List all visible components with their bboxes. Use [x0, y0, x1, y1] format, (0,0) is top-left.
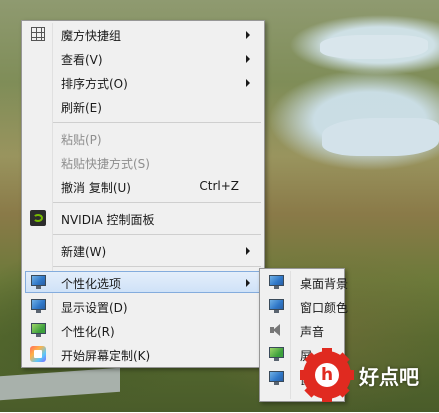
nvidia-icon	[30, 210, 46, 226]
submenu-arrow-icon	[246, 247, 250, 255]
wallpaper-lake	[322, 118, 439, 156]
menu-item-label: 排序方式(O)	[61, 77, 128, 91]
menu-item-label: 粘贴(P)	[61, 133, 102, 147]
desktop-context-menu: 魔方快捷组 查看(V) 排序方式(O) 刷新(E) 粘贴(P) 粘贴快捷方式(S…	[21, 20, 265, 368]
menu-item-personalize-options[interactable]: 个性化选项	[25, 271, 261, 293]
monitor-icon	[30, 298, 46, 314]
menu-separator	[53, 202, 261, 203]
menu-item-label: 粘贴快捷方式(S)	[61, 157, 150, 171]
menu-item-paste-shortcut[interactable]: 粘贴快捷方式(S)	[25, 151, 261, 173]
site-watermark-logo: h 好点吧	[300, 348, 439, 402]
shortcut-hint: Ctrl+Z	[199, 179, 239, 193]
logo-text: 好点吧	[359, 364, 419, 389]
submenu-arrow-icon	[246, 55, 250, 63]
submenu-arrow-icon	[246, 79, 250, 87]
menu-item-undo-copy[interactable]: 撤消 复制(U) Ctrl+Z	[25, 175, 261, 197]
menu-item-label: 刷新(E)	[61, 101, 102, 115]
submenu-item-desktop-background[interactable]: 桌面背景	[263, 271, 348, 293]
menu-item-label: 桌面背景	[300, 277, 349, 291]
monitor-icon	[30, 274, 46, 290]
menu-item-label: 查看(V)	[61, 53, 103, 67]
monitor-icon	[268, 298, 284, 314]
menu-item-refresh[interactable]: 刷新(E)	[25, 95, 261, 117]
menu-item-mofang-shortcuts[interactable]: 魔方快捷组	[25, 23, 261, 45]
menu-item-label: 窗口颜色	[300, 301, 349, 315]
menu-item-label: 显示设置(D)	[61, 301, 128, 315]
monitor-icon	[268, 274, 284, 290]
menu-item-paste[interactable]: 粘贴(P)	[25, 127, 261, 149]
speaker-icon	[268, 322, 284, 338]
menu-item-sort-by[interactable]: 排序方式(O)	[25, 71, 261, 93]
submenu-item-sound[interactable]: 声音	[263, 319, 341, 341]
menu-separator	[53, 266, 261, 267]
menu-item-label: 撤消 复制(U)	[61, 181, 131, 195]
grid-icon	[30, 26, 46, 42]
gear-logo-icon: h	[300, 348, 354, 402]
menu-item-personalize[interactable]: 个性化(R)	[25, 319, 261, 341]
start-icon	[30, 346, 46, 362]
submenu-arrow-icon	[246, 31, 250, 39]
submenu-item-window-color[interactable]: 窗口颜色	[263, 295, 348, 317]
menu-item-label: 个性化选项	[61, 277, 122, 291]
menu-item-label: NVIDIA 控制面板	[61, 213, 155, 227]
monitor-icon	[268, 346, 284, 362]
menu-item-view[interactable]: 查看(V)	[25, 47, 261, 69]
menu-item-display-settings[interactable]: 显示设置(D)	[25, 295, 261, 317]
menu-item-label: 开始屏幕定制(K)	[61, 349, 151, 363]
monitor-icon	[268, 370, 284, 386]
menu-item-label: 个性化(R)	[61, 325, 115, 339]
menu-item-label: 声音	[300, 325, 325, 339]
menu-separator	[53, 122, 261, 123]
menu-item-label: 魔方快捷组	[61, 29, 122, 43]
menu-item-start-screen-customize[interactable]: 开始屏幕定制(K)	[25, 343, 261, 365]
logo-letter: h	[315, 363, 339, 387]
submenu-arrow-icon	[246, 279, 250, 287]
menu-item-label: 新建(W)	[61, 245, 107, 259]
menu-separator	[53, 234, 261, 235]
wallpaper-lake	[320, 35, 428, 59]
menu-item-new[interactable]: 新建(W)	[25, 239, 261, 261]
monitor-icon	[30, 322, 46, 338]
menu-item-nvidia-control-panel[interactable]: NVIDIA 控制面板	[25, 207, 261, 229]
